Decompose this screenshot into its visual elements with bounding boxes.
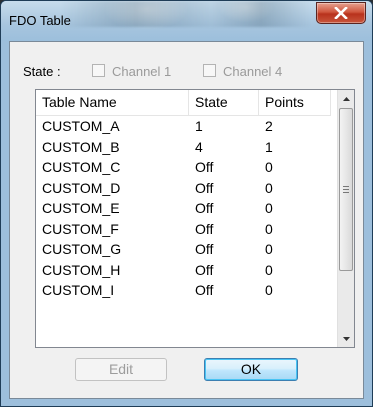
table-row[interactable]: CUSTOM_D Off 0 [36, 178, 331, 199]
cell-table-name: CUSTOM_I [42, 282, 115, 298]
vertical-scrollbar[interactable] [337, 90, 354, 347]
close-icon [334, 7, 348, 19]
title-bar-glass [61, 1, 311, 27]
close-button[interactable] [316, 2, 366, 24]
scroll-up-button[interactable] [338, 90, 354, 107]
column-header-state[interactable]: State [189, 90, 259, 115]
table-row[interactable]: CUSTOM_C Off 0 [36, 157, 331, 178]
column-header-points[interactable]: Points [259, 90, 331, 115]
table-row[interactable]: CUSTOM_E Off 0 [36, 198, 331, 219]
table-header: Table Name State Points [36, 90, 331, 116]
title-bar[interactable]: FDO Table [1, 1, 372, 41]
cell-state: 4 [195, 138, 203, 155]
ok-button[interactable]: OK [204, 358, 298, 381]
scroll-up-arrow-icon [342, 96, 350, 101]
cell-table-name: CUSTOM_E [42, 200, 120, 216]
cell-points: 0 [265, 261, 273, 278]
cell-table-name: CUSTOM_C [42, 159, 121, 175]
state-label: State : [23, 64, 61, 79]
cell-state: Off [195, 179, 214, 196]
cell-points: 2 [265, 118, 273, 134]
cell-points: 0 [265, 179, 273, 196]
channel-4-label: Channel 4 [223, 64, 283, 79]
window-title: FDO Table [9, 13, 71, 28]
cell-points: 0 [265, 200, 273, 216]
table-row[interactable]: CUSTOM_B 4 1 [36, 137, 331, 158]
table-row[interactable]: CUSTOM_F Off 0 [36, 219, 331, 240]
table-body: CUSTOM_A 1 2 CUSTOM_B 4 1 CUSTOM_C Off 0 CUSTOM_D… [36, 116, 331, 301]
cell-state: Off [195, 200, 214, 216]
column-header-table-name[interactable]: Table Name [36, 90, 189, 115]
table-row[interactable]: CUSTOM_I Off 0 [36, 280, 331, 301]
edit-button[interactable]: Edit [75, 358, 167, 381]
cell-points: 0 [265, 159, 273, 175]
cell-table-name: CUSTOM_G [42, 241, 122, 257]
dialog-client-area: State : Channel 1 Channel 4 Table Name S… [9, 41, 364, 399]
channel-1-label: Channel 1 [112, 64, 172, 79]
cell-points: 0 [265, 282, 273, 298]
cell-table-name: CUSTOM_D [42, 179, 121, 196]
table-row[interactable]: CUSTOM_G Off 0 [36, 239, 331, 260]
cell-points: 1 [265, 138, 273, 155]
channel-4-checkbox[interactable] [203, 64, 216, 77]
cell-table-name: CUSTOM_F [42, 220, 119, 237]
scroll-down-arrow-icon [342, 336, 350, 341]
cell-points: 0 [265, 220, 273, 237]
cell-table-name: CUSTOM_B [42, 138, 120, 155]
cell-table-name: CUSTOM_H [42, 261, 121, 278]
thumb-grip-icon [343, 186, 349, 193]
table-row[interactable]: CUSTOM_H Off 0 [36, 260, 331, 281]
cell-table-name: CUSTOM_A [42, 118, 120, 134]
cell-state: Off [195, 159, 214, 175]
cell-state: Off [195, 282, 214, 298]
scrollbar-thumb[interactable] [339, 108, 353, 271]
scroll-down-button[interactable] [338, 330, 354, 347]
channel-1-checkbox[interactable] [92, 64, 105, 77]
fdo-table-dialog: FDO Table State : Channel 1 Channel 4 Ta… [0, 0, 373, 407]
fdo-table-list[interactable]: Table Name State Points CUSTOM_A 1 2 CUSTOM… [35, 89, 355, 348]
cell-state: Off [195, 220, 214, 237]
cell-points: 0 [265, 241, 273, 257]
table-row[interactable]: CUSTOM_A 1 2 [36, 116, 331, 137]
cell-state: Off [195, 261, 214, 278]
cell-state: 1 [195, 118, 203, 134]
cell-state: Off [195, 241, 214, 257]
